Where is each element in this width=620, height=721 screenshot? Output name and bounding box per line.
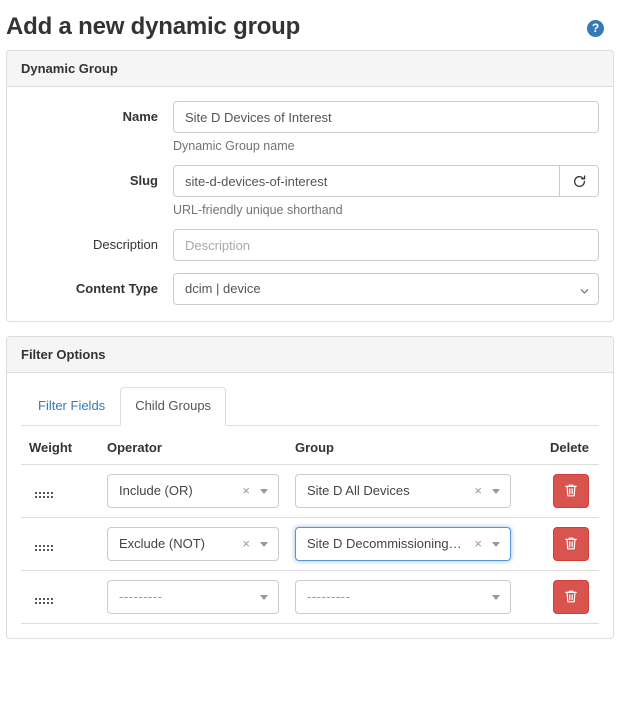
operator-select-row-1[interactable]: Include (OR) × [107,474,279,508]
filter-options-panel-body: Filter Fields Child Groups Weight Operat… [7,373,613,637]
table-row: Include (OR) × Site D All Devices × [21,464,599,517]
group-clear-icon-row-2[interactable]: × [474,528,482,560]
help-icon[interactable]: ? [587,20,604,37]
form-row-content-type: Content Type dcim | device [21,273,599,305]
column-header-group: Group [287,440,519,465]
operator-selected-value-row-2: Exclude (NOT) [119,528,232,560]
form-row-name: Name Dynamic Group name [21,101,599,153]
group-cell: Site D Decommissioning Devices × [287,517,519,570]
group-dropdown-arrow-row-1[interactable] [492,489,500,494]
dynamic-group-panel: Dynamic Group Name Dynamic Group name Sl… [6,50,614,322]
table-header-row: Weight Operator Group Delete [21,440,599,465]
trash-icon [564,536,578,551]
page-root: Add a new dynamic group ? Dynamic Group … [0,0,620,639]
delete-button-row-2[interactable] [553,527,589,561]
operator-selected-value-row-1: Include (OR) [119,475,232,507]
content-type-label: Content Type [21,273,173,296]
weight-cell [21,464,99,517]
content-type-selected-value: dcim | device [185,274,572,304]
slug-control-wrap: URL-friendly unique shorthand [173,165,599,217]
child-groups-table-head: Weight Operator Group Delete [21,440,599,465]
trash-icon [564,483,578,498]
description-input[interactable] [173,229,599,261]
operator-clear-icon-row-2[interactable]: × [242,528,250,560]
weight-cell [21,517,99,570]
group-clear-icon-row-1[interactable]: × [474,475,482,507]
delete-cell [519,517,599,570]
column-header-operator: Operator [99,440,287,465]
table-row: --------- --------- [21,570,599,623]
operator-dropdown-arrow-row-3[interactable] [260,595,268,600]
operator-select-row-3[interactable]: --------- [107,580,279,614]
group-dropdown-arrow-row-2[interactable] [492,542,500,547]
form-row-description: Description [21,229,599,261]
operator-cell: Include (OR) × [99,464,287,517]
trash-icon [564,589,578,604]
operator-select-row-2[interactable]: Exclude (NOT) × [107,527,279,561]
description-label: Description [21,229,173,252]
operator-dropdown-arrow-row-2[interactable] [260,542,268,547]
filter-options-tabs: Filter Fields Child Groups [21,387,599,425]
description-control-wrap [173,229,599,261]
operator-clear-icon-row-1[interactable]: × [242,475,250,507]
name-control-wrap: Dynamic Group name [173,101,599,153]
name-label: Name [21,101,173,124]
content-type-select[interactable]: dcim | device [173,273,599,305]
delete-cell [519,570,599,623]
chevron-down-icon [580,284,589,293]
table-row: Exclude (NOT) × Site D Decommissioning D… [21,517,599,570]
slug-label: Slug [21,165,173,188]
weight-cell [21,570,99,623]
operator-dropdown-arrow-row-1[interactable] [260,489,268,494]
child-groups-table-body: Include (OR) × Site D All Devices × [21,464,599,623]
drag-handle-icon[interactable] [35,596,53,606]
name-help-text: Dynamic Group name [173,139,599,153]
operator-cell: Exclude (NOT) × [99,517,287,570]
delete-cell [519,464,599,517]
name-input[interactable] [173,101,599,133]
filter-options-panel: Filter Options Filter Fields Child Group… [6,336,614,638]
filter-options-panel-heading: Filter Options [7,337,613,373]
group-selected-value-row-3: --------- [307,581,464,613]
group-select-row-1[interactable]: Site D All Devices × [295,474,511,508]
operator-cell: --------- [99,570,287,623]
column-header-weight: Weight [21,440,99,465]
child-groups-table: Weight Operator Group Delete [21,440,599,624]
group-selected-value-row-2: Site D Decommissioning Devices [307,528,464,560]
slug-help-text: URL-friendly unique shorthand [173,203,599,217]
tab-child-groups[interactable]: Child Groups [120,387,226,425]
page-header: Add a new dynamic group ? [0,0,620,50]
group-selected-value-row-1: Site D All Devices [307,475,464,507]
slug-regenerate-button[interactable] [559,165,599,197]
group-cell: --------- [287,570,519,623]
group-cell: Site D All Devices × [287,464,519,517]
delete-button-row-1[interactable] [553,474,589,508]
column-header-delete: Delete [519,440,599,465]
operator-selected-value-row-3: --------- [119,581,232,613]
refresh-icon [572,174,587,189]
delete-button-row-3[interactable] [553,580,589,614]
drag-handle-icon[interactable] [35,490,53,500]
group-select-row-3[interactable]: --------- [295,580,511,614]
slug-input-group [173,165,599,197]
tab-filter-fields[interactable]: Filter Fields [23,387,120,425]
dynamic-group-panel-body: Name Dynamic Group name Slug [7,87,613,321]
slug-input[interactable] [173,165,559,197]
page-title: Add a new dynamic group [6,14,300,40]
content-type-control-wrap: dcim | device [173,273,599,305]
dynamic-group-panel-heading: Dynamic Group [7,51,613,87]
group-dropdown-arrow-row-3[interactable] [492,595,500,600]
form-row-slug: Slug URL-friendly [21,165,599,217]
drag-handle-icon[interactable] [35,543,53,553]
group-select-row-2[interactable]: Site D Decommissioning Devices × [295,527,511,561]
